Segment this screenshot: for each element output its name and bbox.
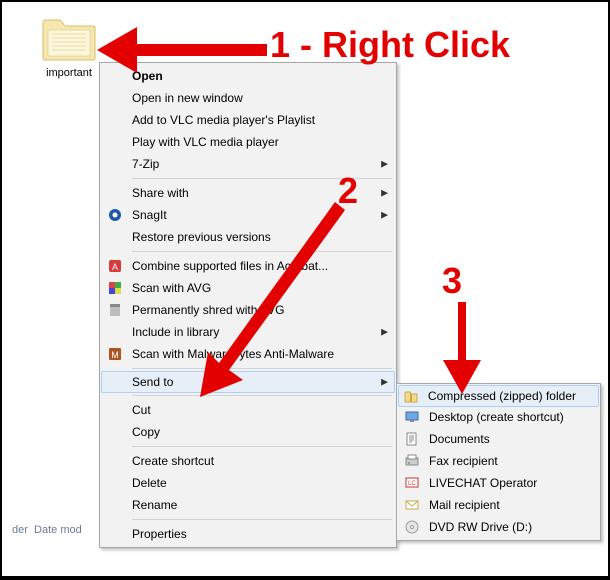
sendto-item-label: Documents xyxy=(425,432,490,446)
sendto-item[interactable]: LC LIVECHAT Operator xyxy=(399,472,598,494)
sendto-submenu: Compressed (zipped) folder Desktop (creat… xyxy=(396,383,601,541)
sendto-item-label: LIVECHAT Operator xyxy=(425,476,537,490)
context-menu-item-label: Scan with Malwarebytes Anti-Malware xyxy=(128,347,334,361)
context-menu-item[interactable]: Rename xyxy=(102,494,394,516)
context-menu-item-label: Permanently shred with AVG xyxy=(128,303,285,317)
context-menu-item[interactable]: Share with ▶ xyxy=(102,182,394,204)
context-menu-separator xyxy=(132,446,392,447)
context-menu-item-label: Restore previous versions xyxy=(128,230,271,244)
context-menu-item-label: SnagIt xyxy=(128,208,167,222)
sendto-item-label: Fax recipient xyxy=(425,454,498,468)
svg-text:LC: LC xyxy=(408,481,416,487)
sendto-item[interactable]: Mail recipient xyxy=(399,494,598,516)
context-menu-item-label: Copy xyxy=(128,425,160,439)
desktop-icon xyxy=(399,409,425,425)
explorer-window: important Open Open in new window Add to V… xyxy=(2,2,608,576)
sendto-item-label: Compressed (zipped) folder xyxy=(424,389,576,403)
sendto-item[interactable]: Fax recipient xyxy=(399,450,598,472)
context-menu-separator xyxy=(132,519,392,520)
context-menu-item[interactable]: Delete xyxy=(102,472,394,494)
context-menu-item-label: Properties xyxy=(128,527,187,541)
snagit-icon xyxy=(102,207,128,223)
context-menu-item-label: Add to VLC media player's Playlist xyxy=(128,113,315,127)
context-menu-item-label: 7-Zip xyxy=(128,157,159,171)
context-menu-item[interactable]: M Scan with Malwarebytes Anti-Malware xyxy=(102,343,394,365)
statusbar-text: der Date mod xyxy=(12,524,82,536)
svg-text:M: M xyxy=(111,350,119,360)
sendto-item[interactable]: Compressed (zipped) folder xyxy=(398,385,599,407)
acrobat-icon: A xyxy=(102,258,128,274)
context-menu-item[interactable]: Restore previous versions xyxy=(102,226,394,248)
context-menu-item[interactable]: Copy xyxy=(102,421,394,443)
sendto-item[interactable]: Desktop (create shortcut) xyxy=(399,406,598,428)
context-menu-item-label: Send to xyxy=(128,375,173,389)
folder-icon xyxy=(40,51,98,65)
context-menu-item[interactable]: Play with VLC media player xyxy=(102,131,394,153)
context-menu-item-label: Open xyxy=(128,69,163,83)
context-menu-item[interactable]: Create shortcut xyxy=(102,450,394,472)
annotation-3: 3 xyxy=(442,260,462,302)
context-menu-item-label: Cut xyxy=(128,403,151,417)
malware-icon: M xyxy=(102,346,128,362)
context-menu-separator xyxy=(132,395,392,396)
context-menu-item[interactable]: Open xyxy=(102,65,394,87)
folder-label: important xyxy=(30,67,108,79)
context-menu-item[interactable]: Send to ▶ xyxy=(101,371,395,393)
submenu-arrow-icon: ▶ xyxy=(381,188,388,199)
fax-icon xyxy=(399,453,425,469)
context-menu-item[interactable]: A Combine supported files in Acrobat... xyxy=(102,255,394,277)
submenu-arrow-icon: ▶ xyxy=(381,159,388,170)
context-menu-item[interactable]: Add to VLC media player's Playlist xyxy=(102,109,394,131)
sendto-item-label: Desktop (create shortcut) xyxy=(425,410,564,424)
context-menu-item-label: Include in library xyxy=(128,325,219,339)
context-menu-item-label: Delete xyxy=(128,476,167,490)
context-menu-item-label: Share with xyxy=(128,186,189,200)
sendto-item[interactable]: Documents xyxy=(399,428,598,450)
context-menu-item[interactable]: Properties xyxy=(102,523,394,545)
sendto-item-label: Mail recipient xyxy=(425,498,500,512)
sendto-item[interactable]: DVD RW Drive (D:) xyxy=(399,516,598,538)
mail-icon xyxy=(399,497,425,513)
context-menu-item[interactable]: Scan with AVG xyxy=(102,277,394,299)
context-menu-item[interactable]: Permanently shred with AVG xyxy=(102,299,394,321)
context-menu-item-label: Create shortcut xyxy=(128,454,214,468)
context-menu-separator xyxy=(132,251,392,252)
sendto-item-label: DVD RW Drive (D:) xyxy=(425,520,532,534)
doc-icon xyxy=(399,431,425,447)
context-menu-item-label: Play with VLC media player xyxy=(128,135,279,149)
lc-icon: LC xyxy=(399,475,425,491)
context-menu-item-label: Rename xyxy=(128,498,177,512)
annotation-1: 1 - Right Click xyxy=(270,24,510,66)
context-menu-item[interactable]: Include in library ▶ xyxy=(102,321,394,343)
context-menu-item-label: Combine supported files in Acrobat... xyxy=(128,259,328,273)
context-menu-separator xyxy=(132,368,392,369)
submenu-arrow-icon: ▶ xyxy=(381,377,388,388)
context-menu-item[interactable]: 7-Zip ▶ xyxy=(102,153,394,175)
context-menu: Open Open in new window Add to VLC media p… xyxy=(99,62,397,548)
zip-icon xyxy=(399,388,424,404)
context-menu-item-label: Open in new window xyxy=(128,91,243,105)
context-menu-item[interactable]: Open in new window xyxy=(102,87,394,109)
context-menu-item[interactable]: Cut xyxy=(102,399,394,421)
submenu-arrow-icon: ▶ xyxy=(381,210,388,221)
dvd-icon xyxy=(399,519,425,535)
avg-icon xyxy=(102,280,128,296)
submenu-arrow-icon: ▶ xyxy=(381,327,388,338)
context-menu-separator xyxy=(132,178,392,179)
svg-text:A: A xyxy=(112,262,118,272)
folder-item[interactable]: important xyxy=(30,14,108,79)
context-menu-item-label: Scan with AVG xyxy=(128,281,211,295)
context-menu-item[interactable]: SnagIt ▶ xyxy=(102,204,394,226)
shred-icon xyxy=(102,302,128,318)
